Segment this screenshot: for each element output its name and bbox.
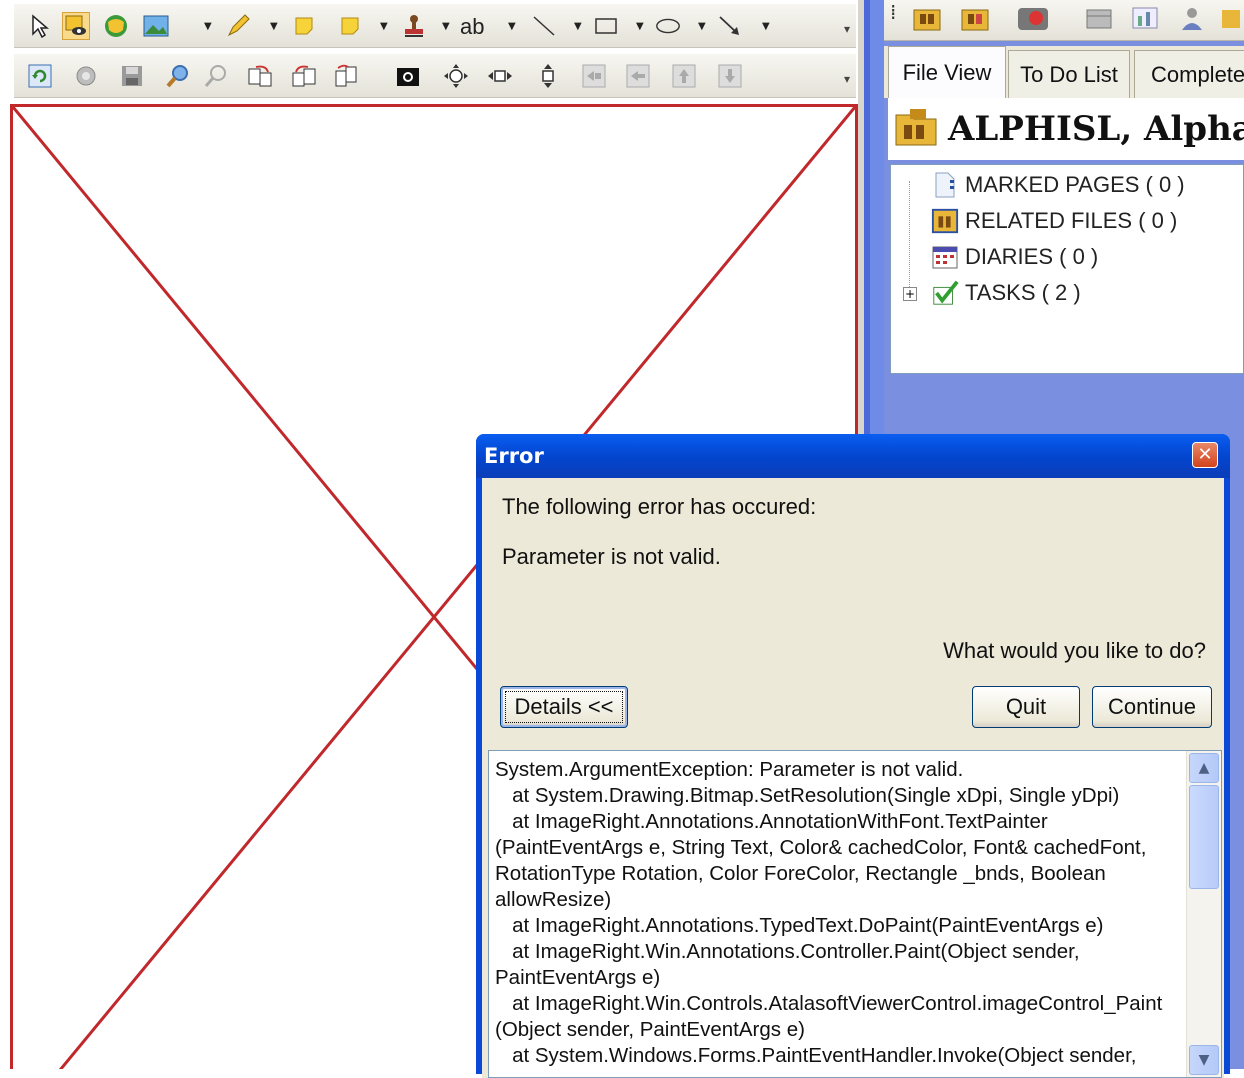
pointer-icon[interactable] xyxy=(26,12,54,40)
toolbar-overflow-icon[interactable]: ▾ xyxy=(844,22,850,36)
image-icon[interactable] xyxy=(142,12,170,40)
continue-button[interactable]: Continue xyxy=(1092,686,1212,728)
chevron-down-icon[interactable]: ▼ xyxy=(442,21,450,32)
chevron-down-icon[interactable]: ▼ xyxy=(636,21,644,32)
pan-icon[interactable] xyxy=(442,62,470,90)
diaries-icon xyxy=(931,243,959,271)
scrollbar-thumb[interactable] xyxy=(1189,785,1219,889)
dialog-titlebar[interactable]: Error ✕ xyxy=(476,434,1230,478)
books-icon[interactable] xyxy=(1084,4,1114,38)
prev-page-icon[interactable] xyxy=(624,62,652,90)
tree-connector xyxy=(909,181,910,293)
line-icon[interactable] xyxy=(530,12,558,40)
error-details-box[interactable]: System.ArgumentException: Parameter is n… xyxy=(488,750,1222,1078)
dialog-title: Error xyxy=(484,444,544,468)
camera-icon[interactable] xyxy=(394,62,422,90)
move-vertical-icon[interactable] xyxy=(534,62,562,90)
close-button[interactable]: ✕ xyxy=(1192,442,1218,468)
chevron-down-icon[interactable]: ▼ xyxy=(204,21,212,32)
file-panel-toolbar: ⁞ xyxy=(884,0,1244,41)
globe-icon[interactable] xyxy=(102,12,130,40)
related-files-icon xyxy=(931,207,959,235)
tree-item-related-files[interactable]: RELATED FILES ( 0 ) xyxy=(931,205,1177,237)
scroll-up-icon[interactable]: ▲ xyxy=(1189,753,1219,783)
tool-icon[interactable] xyxy=(1218,4,1244,38)
scroll-down-icon[interactable]: ▼ xyxy=(1189,1045,1219,1075)
annotation-toolbar: ▼ ▼ ▼ ▼ ab ▼ ▼ ▼ ▼ ▼ ▾ xyxy=(14,4,856,48)
rotate-right-icon[interactable] xyxy=(246,62,274,90)
pen-icon[interactable] xyxy=(224,12,252,40)
file-title: ALPHISL, Alpha xyxy=(948,109,1244,149)
chevron-down-icon[interactable]: ▼ xyxy=(270,21,278,32)
details-scrollbar[interactable]: ▲ ▼ xyxy=(1186,751,1221,1077)
close-icon: ✕ xyxy=(1197,444,1213,465)
last-page-icon[interactable] xyxy=(716,62,744,90)
toolbar-overflow-icon[interactable]: ▾ xyxy=(844,72,850,86)
tab-to-do-list[interactable]: To Do List xyxy=(1008,50,1130,98)
file-panel-tabs: File View To Do List Completed xyxy=(884,46,1244,98)
chevron-down-icon[interactable]: ▼ xyxy=(508,21,516,32)
marked-pages-icon xyxy=(931,171,959,199)
move-horizontal-icon[interactable] xyxy=(486,62,514,90)
arrow-icon[interactable] xyxy=(716,12,744,40)
tree-item-label: RELATED FILES ( 0 ) xyxy=(965,208,1178,233)
folder-open-icon[interactable] xyxy=(960,4,990,38)
expand-icon[interactable]: + xyxy=(903,287,917,301)
tab-completed[interactable]: Completed xyxy=(1134,50,1244,98)
tree-item-tasks[interactable]: TASKS ( 2 ) xyxy=(931,277,1081,309)
tree-item-label: MARKED PAGES ( 0 ) xyxy=(965,172,1185,197)
tab-file-view[interactable]: File View xyxy=(888,46,1006,98)
zoom-in-icon[interactable] xyxy=(164,62,192,90)
quit-button[interactable]: Quit xyxy=(972,686,1080,728)
question-text: What would you like to do? xyxy=(943,638,1206,663)
chevron-down-icon[interactable]: ▼ xyxy=(574,21,582,32)
tree-item-diaries[interactable]: DIARIES ( 0 ) xyxy=(931,241,1098,273)
folder-icon[interactable] xyxy=(912,4,942,38)
rectangle-icon[interactable] xyxy=(592,12,620,40)
error-details-text: System.ArgumentException: Parameter is n… xyxy=(495,758,1163,1067)
save-icon[interactable] xyxy=(118,62,146,90)
error-intro-text: The following error has occured: xyxy=(502,494,817,519)
chart-icon[interactable] xyxy=(1130,4,1160,38)
next-page-icon[interactable] xyxy=(670,62,698,90)
highlight-view-icon[interactable] xyxy=(62,12,90,40)
details-button[interactable]: Details << xyxy=(500,686,628,728)
tree-item-label: TASKS ( 2 ) xyxy=(965,280,1081,305)
chevron-down-icon[interactable]: ▼ xyxy=(380,21,388,32)
viewer-toolbar: ▾ xyxy=(14,54,856,98)
toolbar-grip-icon: ⁞ xyxy=(890,0,897,24)
dialog-body: The following error has occured: Paramet… xyxy=(482,478,1224,1078)
file-cabinet-icon xyxy=(892,105,940,153)
stamp-icon[interactable] xyxy=(400,12,428,40)
error-dialog: Error ✕ The following error has occured:… xyxy=(476,434,1230,1078)
sticky-note-icon[interactable] xyxy=(336,12,364,40)
error-message-text: Parameter is not valid. xyxy=(502,544,721,569)
ellipse-icon[interactable] xyxy=(654,12,682,40)
scanner-icon[interactable] xyxy=(1016,4,1050,38)
zoom-out-icon[interactable] xyxy=(202,62,230,90)
settings-icon[interactable] xyxy=(72,62,100,90)
file-tree: MARKED PAGES ( 0 ) RELATED FILES ( 0 ) D… xyxy=(890,164,1244,374)
refresh-icon[interactable] xyxy=(26,62,54,90)
text-tool-label[interactable]: ab xyxy=(460,14,484,40)
first-page-icon[interactable] xyxy=(580,62,608,90)
sticky-note-icon[interactable] xyxy=(290,12,318,40)
user-icon[interactable] xyxy=(1178,4,1206,38)
tree-item-label: DIARIES ( 0 ) xyxy=(965,244,1099,269)
rotate-left-icon[interactable] xyxy=(290,62,318,90)
flip-icon[interactable] xyxy=(332,62,360,90)
file-header: ALPHISL, Alpha xyxy=(888,98,1244,160)
chevron-down-icon[interactable]: ▼ xyxy=(762,21,770,32)
tree-item-marked-pages[interactable]: MARKED PAGES ( 0 ) xyxy=(931,169,1185,201)
tasks-icon xyxy=(931,279,959,307)
chevron-down-icon[interactable]: ▼ xyxy=(698,21,706,32)
